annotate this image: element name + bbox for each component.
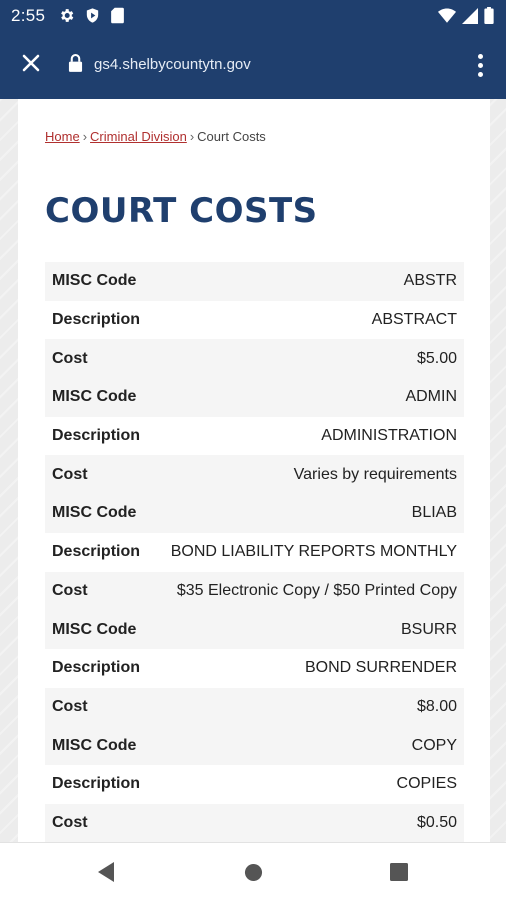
breadcrumb: Home › Criminal Division › Court Costs [45, 129, 266, 144]
overflow-menu-button[interactable] [472, 52, 488, 78]
description-label: Description [52, 775, 141, 793]
cost-value: $5.00 [416, 349, 457, 367]
status-icons-left [58, 7, 125, 29]
description-label: Description [52, 543, 141, 561]
close-icon [21, 53, 41, 78]
misc-code-row: MISC Code COPY [45, 726, 464, 765]
cost-entry: MISC Code BSURR Description BOND SURRENDER… [45, 610, 464, 727]
cost-label: Cost [52, 581, 88, 599]
cost-value: Varies by requirements [293, 465, 457, 483]
back-icon[interactable] [96, 861, 116, 888]
url-bar: gs4.shelbycountytn.gov [0, 32, 506, 99]
misc-code-value: ADMIN [405, 388, 457, 406]
cost-entry: MISC Code BLIAB Description BOND LIABILITY… [45, 494, 464, 611]
description-row: Description BOND LIABILITY REPORTS MONTHL… [45, 532, 464, 572]
page-content: Home › Criminal Division › Court Costs COURT… [18, 99, 490, 842]
description-row: Description ADMINISTRATION [45, 416, 464, 456]
cost-row: Cost $35 Electronic Copy / $50 Printed Co… [45, 571, 464, 611]
cost-value: $8.00 [416, 697, 457, 715]
description-value: ADMINISTRATION [321, 427, 457, 445]
court-costs-table: MISC Code ABSTR Description ABSTRACT Cost $… [45, 262, 464, 842]
misc-code-label: MISC Code [52, 736, 137, 754]
misc-code-label: MISC Code [52, 504, 137, 522]
breadcrumb-separator: › [82, 129, 88, 144]
cost-label: Cost [52, 813, 88, 831]
description-row: Description ABSTRACT [45, 300, 464, 340]
url-text[interactable]: gs4.shelbycountytn.gov [94, 56, 251, 73]
cost-row: Cost Varies by requirements [45, 455, 464, 495]
description-label: Description [52, 659, 141, 677]
cost-label: Cost [52, 349, 88, 367]
signal-icon [462, 7, 478, 29]
cost-row: Cost $5.00 [45, 339, 464, 379]
cost-label: Cost [52, 697, 88, 715]
misc-code-row: MISC Code BSURR [45, 610, 464, 649]
breadcrumb-current: Court Costs [197, 129, 266, 144]
system-nav-bar [0, 842, 506, 900]
status-icons-right [438, 7, 494, 29]
description-label: Description [52, 311, 141, 329]
recent-apps-icon[interactable] [390, 863, 408, 886]
browser-header: 2:55 gs4.shelbycountytn.gov [0, 0, 506, 99]
cost-entry: MISC Code ABSTR Description ABSTRACT Cost $… [45, 262, 464, 379]
wifi-icon [438, 8, 456, 29]
description-value: COPIES [396, 775, 457, 793]
misc-code-row: MISC Code ADMIN [45, 378, 464, 417]
cost-entry: MISC Code COPY Description COPIES Cost $0.5… [45, 726, 464, 842]
misc-code-row: MISC Code ABSTR [45, 262, 464, 301]
shield-icon [84, 7, 101, 29]
description-value: ABSTRACT [371, 311, 457, 329]
description-row: Description COPIES [45, 764, 464, 804]
page-viewport[interactable]: Home › Criminal Division › Court Costs COURT… [0, 99, 506, 842]
misc-code-label: MISC Code [52, 272, 137, 290]
page-title: COURT COSTS [45, 191, 318, 231]
cost-label: Cost [52, 465, 88, 483]
close-tab-button[interactable] [18, 52, 44, 78]
cost-entry: MISC Code ADMIN Description ADMINISTRATION… [45, 378, 464, 495]
misc-code-value: BLIAB [411, 504, 457, 522]
misc-code-value: COPY [411, 736, 457, 754]
cost-row: Cost $0.50 [45, 803, 464, 842]
description-row: Description BOND SURRENDER [45, 648, 464, 688]
cost-value: $0.50 [416, 813, 457, 831]
misc-code-value: ABSTR [403, 272, 457, 290]
misc-code-row: MISC Code BLIAB [45, 494, 464, 533]
cost-value: $35 Electronic Copy / $50 Printed Copy [176, 581, 457, 599]
breadcrumb-home-link[interactable]: Home [45, 129, 80, 144]
description-value: BOND SURRENDER [304, 659, 457, 677]
sd-card-icon [110, 7, 125, 29]
status-bar: 2:55 [0, 0, 506, 32]
description-label: Description [52, 427, 141, 445]
home-icon[interactable] [244, 863, 263, 887]
battery-icon [484, 7, 494, 29]
description-value: BOND LIABILITY REPORTS MONTHLY [170, 543, 457, 561]
breadcrumb-separator: › [189, 129, 195, 144]
lock-icon [68, 53, 83, 77]
misc-code-label: MISC Code [52, 388, 137, 406]
misc-code-label: MISC Code [52, 620, 137, 638]
status-time: 2:55 [11, 6, 46, 25]
gear-icon [58, 7, 75, 29]
breadcrumb-criminal-division-link[interactable]: Criminal Division [90, 129, 187, 144]
misc-code-value: BSURR [400, 620, 457, 638]
cost-row: Cost $8.00 [45, 687, 464, 727]
